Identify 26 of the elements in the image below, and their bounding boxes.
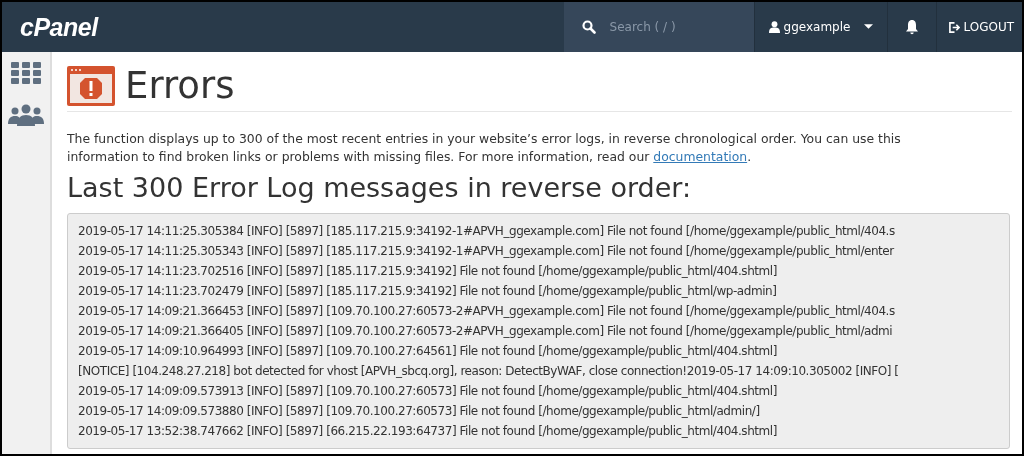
- bell-icon: [905, 19, 920, 35]
- search-icon: [581, 20, 596, 34]
- log-line: 2019-05-17 14:11:23.702479 [INFO] [5897] [185.117.215.9:34192] File not found [/home/ggexample/public_html/wp-admin]: [78, 283, 778, 300]
- apps-grid-icon[interactable]: [11, 62, 41, 84]
- log-line: 2019-05-17 14:09:10.964993 [INFO] [5897] [109.70.100.27:64561] File not found [/home/ggexample/public_html/404.shtml]: [78, 343, 778, 360]
- page-title: Errors: [125, 64, 235, 107]
- log-line: 2019-05-17 14:09:21.366453 [INFO] [5897] [109.70.100.27:60573-2#APVH_ggexample.com] File not found [/home/ggexample/public_html/404.s: [78, 303, 896, 320]
- section-heading: Last 300 Error Log messages in reverse order:: [67, 172, 693, 203]
- log-line: 2019-05-17 14:09:21.366405 [INFO] [5897] [109.70.100.27:60573-2#APVH_ggexample.com] File not found [/home/ggexample/public_html/admi: [78, 323, 894, 340]
- log-line: [NOTICE] [104.248.27.218] bot detected for vhost [APVH_sbcq.org], reason: DetectByWAF, close connection!2019-05-17 14:09:10.305002 [INFO] [: [78, 363, 900, 380]
- documentation-link[interactable]: documentation: [653, 149, 748, 164]
- description-text: The function displays up to 300 of the most recent entries in your website’s error logs, in reverse chronological order. You can use this information to find broken links or problems with missing files. For more information, read our documentation.: [67, 130, 902, 166]
- log-line: 2019-05-17 14:09:09.573913 [INFO] [5897] [109.70.100.27:60573] File not found [/home/ggexample/public_html/404.shtml]: [78, 383, 778, 400]
- log-line: 2019-05-17 14:11:25.305384 [INFO] [5897] [185.117.215.9:34192-1#APVH_ggexample.com] File not found [/home/ggexample/public_html/404.s: [78, 223, 896, 240]
- log-line: 2019-05-17 14:09:09.573880 [INFO] [5897] [109.70.100.27:60573] File not found [/home/ggexample/public_html/admin/]: [78, 403, 761, 420]
- log-line: 2019-05-17 14:11:23.702516 [INFO] [5897] [185.117.215.9:34192] File not found [/home/ggexample/public_html/404.shtml]: [78, 263, 778, 280]
- search-field[interactable]: Search ( / ): [607, 19, 722, 35]
- caret-icon: [864, 24, 874, 30]
- log-line: 2019-05-17 13:52:38.747662 [INFO] [5897] [66.215.22.193:64737] File not found [/home/ggexample/public_html/404.shtml]: [78, 423, 778, 440]
- log-line: 2019-05-17 14:11:25.305343 [INFO] [5897] [185.117.215.9:34192-1#APVH_ggexample.com] File not found [/home/ggexample/public_html/enter: [78, 243, 896, 260]
- user-icon: [768, 21, 780, 33]
- logout-icon: [949, 21, 961, 33]
- cpanel-logo[interactable]: cPanel: [2, 12, 116, 42]
- users-icon[interactable]: [8, 104, 44, 126]
- error-window-icon: [67, 65, 115, 106]
- logout-button[interactable]: LOGOUT: [937, 2, 1022, 52]
